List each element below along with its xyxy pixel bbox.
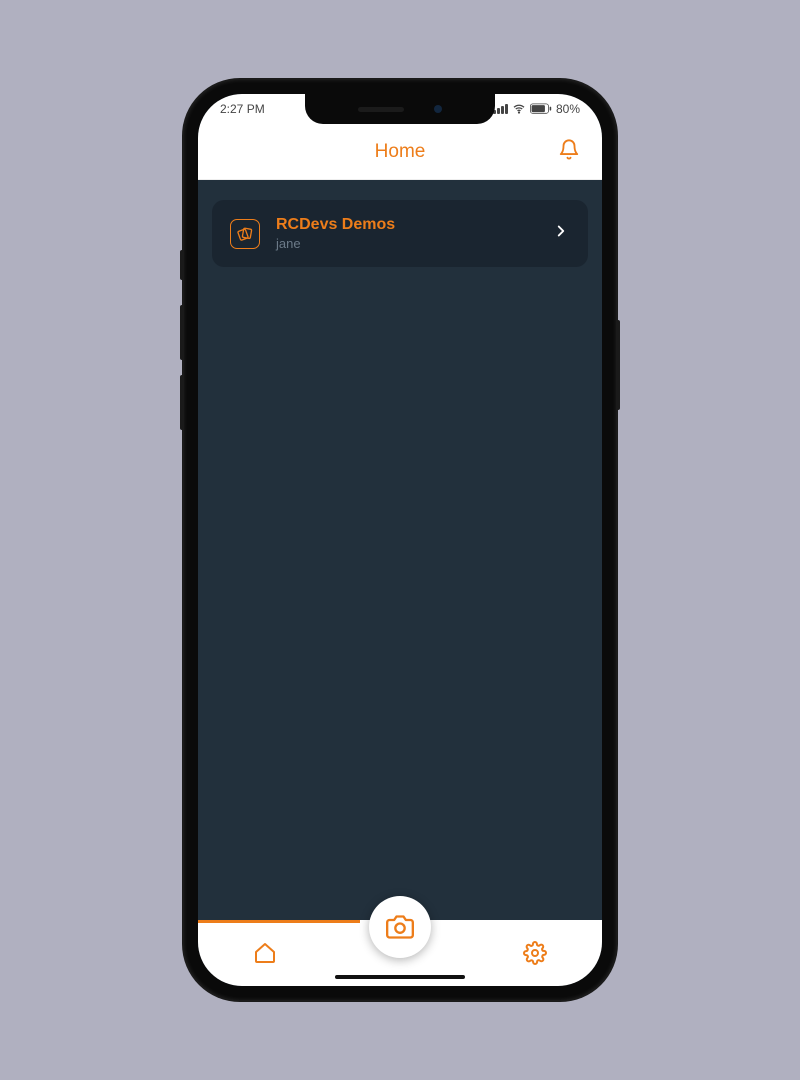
account-text: RCDevs Demos jane [276,216,536,251]
account-card[interactable]: RCDevs Demos jane [212,200,588,267]
side-button [616,320,620,410]
account-subtitle: jane [276,236,536,251]
phone-frame: 2:27 PM 80% Home [184,80,616,1000]
side-button [180,375,184,430]
status-battery-text: 80% [556,102,580,116]
wifi-icon [512,103,526,115]
camera-button[interactable] [369,896,431,958]
tab-home[interactable] [235,941,295,965]
home-icon [253,941,277,965]
camera-icon [386,913,414,941]
bell-icon [558,138,580,160]
app-header: Home [198,124,602,180]
signal-icon [493,104,508,114]
notch [305,94,495,124]
side-button [180,250,184,280]
token-icon [237,226,253,242]
status-time: 2:27 PM [220,102,265,116]
front-camera [434,105,442,113]
account-title: RCDevs Demos [276,216,536,234]
tab-indicator [198,920,360,923]
chevron-right-icon [552,222,570,245]
page-title: Home [375,141,426,163]
account-icon-box [230,219,260,249]
status-right: 80% [493,102,580,116]
status-left: 2:27 PM [220,102,265,116]
home-indicator[interactable] [335,975,465,979]
notifications-button[interactable] [558,138,580,165]
speaker [358,107,404,112]
content-area: RCDevs Demos jane [198,180,602,920]
screen: 2:27 PM 80% Home [198,94,602,986]
tab-settings[interactable] [505,941,565,965]
side-button [180,305,184,360]
gear-icon [523,941,547,965]
battery-icon [530,103,552,115]
